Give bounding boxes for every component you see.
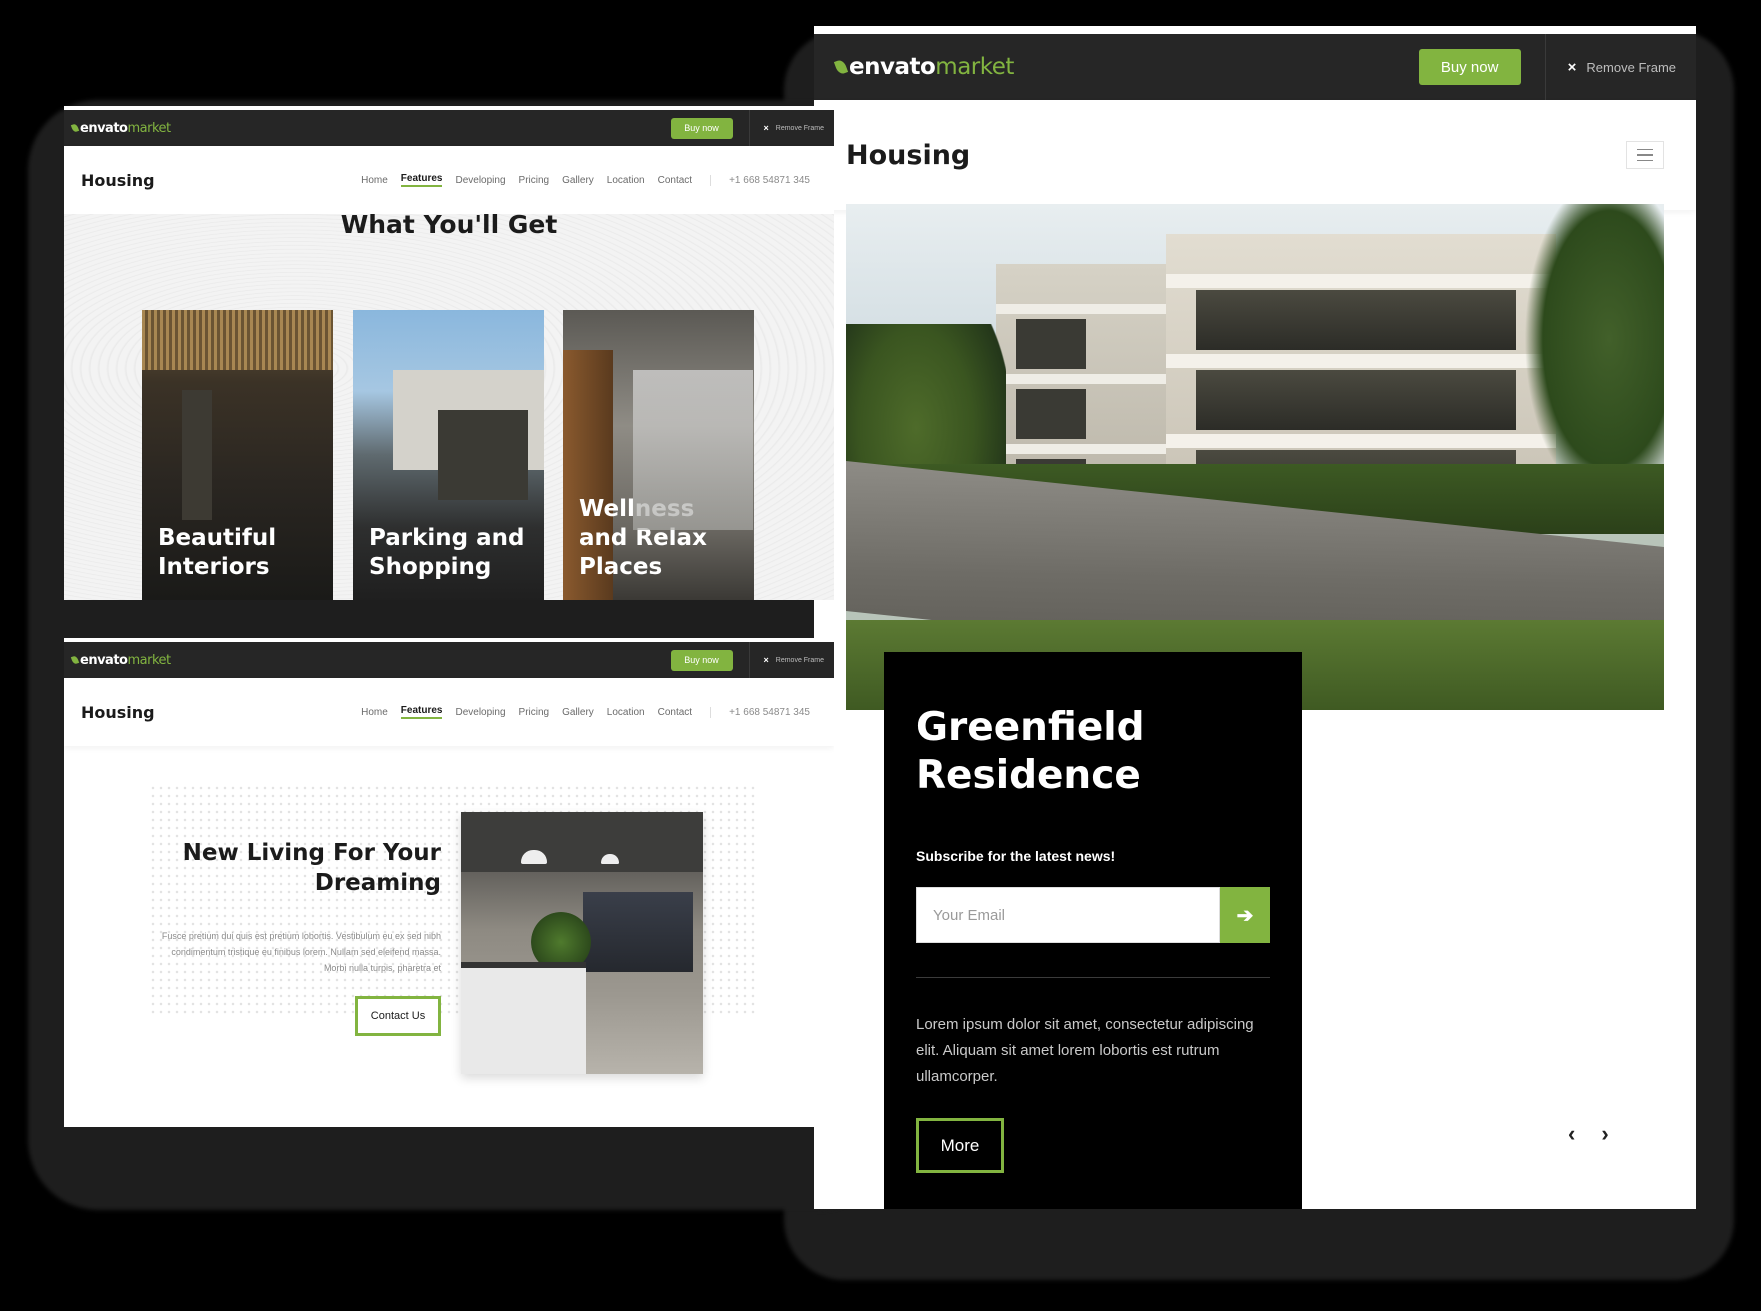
feature-card-label: Beautiful Interiors (158, 525, 277, 580)
hero-title: Greenfield Residence (916, 705, 1145, 798)
feature-card-wellness[interactable]: Wellness and Relax Places (563, 310, 754, 600)
site-header: Housing (814, 100, 1696, 210)
logo-word-market: market (935, 54, 1014, 80)
feature-card-label: Wellness and Relax Places (579, 496, 707, 580)
close-icon: × (763, 123, 769, 133)
preview-frame-features: envato market Buy now × Remove Frame Hou… (64, 106, 834, 600)
nav-location[interactable]: Location (607, 707, 645, 718)
phone-number[interactable]: +1 668 54871 345 (710, 706, 810, 718)
leaf-icon (833, 58, 849, 76)
nav-developing[interactable]: Developing (455, 707, 505, 718)
logo-word-envato: envato (849, 54, 936, 80)
logo-word-envato: envato (80, 652, 128, 668)
envato-bar: envato market Buy now × Remove Frame (64, 110, 834, 146)
living-body-text: Fusce pretium dui quis est pretium lobor… (161, 931, 441, 973)
phone-number[interactable]: +1 668 54871 345 (710, 174, 810, 186)
subscribe-submit-button[interactable]: ➔ (1220, 887, 1270, 943)
hero-body-text: Lorem ipsum dolor sit amet, consectetur … (916, 1016, 1254, 1085)
chevron-left-icon[interactable]: ‹ (1568, 1121, 1575, 1147)
hero-card: Greenfield Residence Subscribe for the l… (884, 652, 1302, 1209)
nav-features[interactable]: Features (400, 173, 443, 187)
nav-contact[interactable]: Contact (658, 707, 692, 718)
nav-home[interactable]: Home (361, 175, 388, 186)
living-title: New Living For Your Dreaming (182, 840, 441, 896)
preview-frame-living: envato market Buy now × Remove Frame Hou… (64, 638, 834, 1127)
nav-pricing[interactable]: Pricing (519, 707, 550, 718)
main-nav: Home Features Developing Pricing Gallery… (348, 173, 810, 187)
remove-frame-link[interactable]: × Remove Frame (1544, 34, 1696, 100)
remove-frame-link[interactable]: × Remove Frame (748, 642, 835, 678)
envato-bar: envato market Buy now × Remove Frame (814, 34, 1696, 100)
leaf-icon (70, 655, 80, 665)
remove-frame-label: Remove Frame (775, 124, 824, 132)
close-icon: × (1567, 58, 1577, 76)
envato-logo[interactable]: envato market (70, 652, 171, 668)
buy-now-button[interactable]: Buy now (1418, 49, 1521, 85)
hero-building-photo (846, 204, 1664, 710)
feature-card-interiors[interactable]: Beautiful Interiors (142, 310, 333, 600)
chevron-right-icon[interactable]: › (1601, 1121, 1608, 1147)
site-header: Housing Home Features Developing Pricing… (64, 146, 834, 214)
email-input[interactable]: Your Email (916, 887, 1220, 943)
nav-features[interactable]: Features (400, 705, 443, 719)
feature-card-label: Parking and Shopping (369, 525, 525, 580)
subscribe-label: Subscribe for the latest news! (916, 848, 1116, 864)
nav-contact[interactable]: Contact (658, 175, 692, 186)
kitchen-photo (461, 812, 703, 1074)
site-title[interactable]: Housing (81, 171, 155, 190)
nav-location[interactable]: Location (607, 175, 645, 186)
divider (916, 977, 1270, 978)
menu-icon[interactable] (1626, 141, 1664, 169)
remove-frame-label: Remove Frame (1586, 59, 1676, 75)
frame-top-edge (814, 26, 1696, 34)
remove-frame-link[interactable]: × Remove Frame (748, 110, 835, 146)
features-heading: What You'll Get (340, 210, 558, 239)
buy-now-button[interactable]: Buy now (670, 117, 733, 139)
envato-logo[interactable]: envato market (833, 54, 1014, 80)
nav-gallery[interactable]: Gallery (562, 707, 594, 718)
feature-card-parking[interactable]: Parking and Shopping (353, 310, 544, 600)
envato-bar: envato market Buy now × Remove Frame (64, 642, 834, 678)
nav-pricing[interactable]: Pricing (519, 175, 550, 186)
nav-developing[interactable]: Developing (455, 175, 505, 186)
close-icon: × (763, 655, 769, 665)
subscribe-form: Your Email ➔ (916, 887, 1270, 943)
logo-word-market: market (127, 120, 171, 136)
preview-frame-hero: envato market Buy now × Remove Frame Hou… (814, 26, 1696, 1209)
logo-word-envato: envato (80, 120, 128, 136)
buy-now-button[interactable]: Buy now (670, 649, 733, 671)
logo-word-market: market (127, 652, 171, 668)
site-header: Housing Home Features Developing Pricing… (64, 678, 834, 746)
site-title[interactable]: Housing (81, 703, 155, 722)
remove-frame-label: Remove Frame (775, 656, 824, 664)
nav-home[interactable]: Home (361, 707, 388, 718)
envato-logo[interactable]: envato market (70, 120, 171, 136)
leaf-icon (70, 123, 80, 133)
slider-arrows: ‹ › (1568, 1121, 1609, 1147)
more-button[interactable]: More (916, 1118, 1004, 1173)
nav-gallery[interactable]: Gallery (562, 175, 594, 186)
site-title[interactable]: Housing (846, 140, 970, 171)
arrow-right-icon: ➔ (1236, 904, 1254, 927)
contact-us-button[interactable]: Contact Us (355, 996, 441, 1036)
main-nav: Home Features Developing Pricing Gallery… (348, 705, 810, 719)
